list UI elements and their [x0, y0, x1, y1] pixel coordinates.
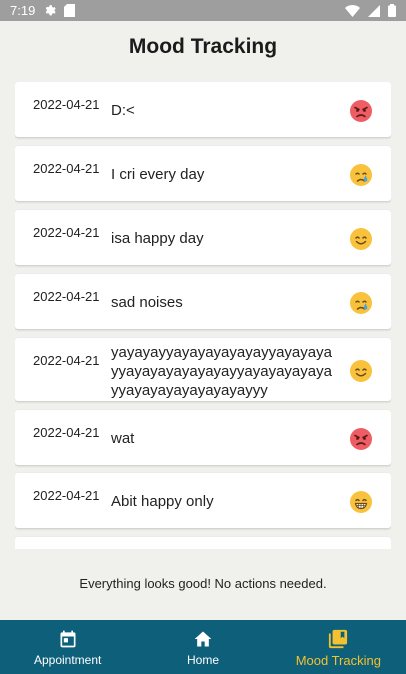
smiling-face-icon — [349, 227, 373, 251]
mood-entry-card[interactable]: 2022-04-21 isa happy day — [15, 210, 391, 265]
sd-card-icon — [64, 4, 76, 17]
mood-entry-card[interactable]: 2022-04-21 wat — [15, 410, 391, 465]
nav-home-label: Home — [186, 653, 219, 667]
nav-appointment-label: Appointment — [33, 653, 102, 667]
entry-text: I cri every day — [111, 166, 205, 183]
entry-date: 2022-04-21 — [33, 425, 100, 440]
entry-date: 2022-04-21 — [33, 488, 100, 503]
entry-date: 2022-04-21 — [33, 161, 100, 176]
bottom-navigation: Appointment Home Mood Tracking — [0, 620, 406, 674]
crying-face-icon — [349, 291, 373, 315]
wifi-icon — [345, 4, 360, 17]
smiling-face-icon — [349, 359, 373, 383]
mood-entry-card[interactable]: 2022-04-21 Abit happy only — [15, 473, 391, 528]
entry-text: D:< — [111, 102, 135, 119]
page-title: Mood Tracking — [128, 35, 278, 58]
entry-date: 2022-04-21 — [33, 289, 100, 304]
entry-text: yayayayyayayayayayayyayayaya yyayayayaya… — [111, 344, 332, 399]
entry-date: 2022-04-21 — [33, 97, 100, 112]
angry-face-icon — [349, 427, 373, 451]
entry-text: Abit happy only — [111, 493, 214, 510]
status-message: Everything looks good! No actions needed… — [79, 576, 327, 591]
calendar-icon — [58, 629, 78, 649]
angry-face-icon — [349, 99, 373, 123]
nav-mood-tracking[interactable]: Mood Tracking — [271, 620, 406, 674]
settings-icon — [43, 4, 56, 17]
crying-face-icon — [349, 163, 373, 187]
status-time: 7:19 — [10, 3, 36, 18]
battery-icon — [388, 4, 396, 17]
nav-mood-tracking-label: Mood Tracking — [295, 652, 381, 668]
journal-icon — [327, 629, 349, 649]
entry-text: sad noises — [111, 294, 183, 311]
entry-date: 2022-04-21 — [33, 353, 100, 368]
entry-text: isa happy day — [111, 230, 204, 247]
entry-date: 2022-04-21 — [33, 225, 100, 240]
mood-entry-card[interactable] — [15, 537, 391, 549]
mood-entry-card[interactable]: 2022-04-21 I cri every day — [15, 146, 391, 201]
mood-entry-list[interactable]: 2022-04-21 D:< 2022-04-21 I cri every da… — [15, 82, 391, 549]
entry-text: wat — [111, 430, 135, 447]
mood-entry-card[interactable]: 2022-04-21 yayayayyayayayayayayyayayaya … — [15, 338, 391, 401]
mood-entry-card[interactable]: 2022-04-21 sad noises — [15, 274, 391, 329]
nav-home[interactable]: Home — [135, 620, 270, 674]
mood-entry-card[interactable]: 2022-04-21 D:< — [15, 82, 391, 137]
grinning-face-icon — [349, 490, 373, 514]
home-icon — [193, 629, 213, 649]
cell-signal-icon — [368, 4, 380, 17]
nav-appointment[interactable]: Appointment — [0, 620, 135, 674]
status-bar: 7:19 — [0, 0, 406, 21]
